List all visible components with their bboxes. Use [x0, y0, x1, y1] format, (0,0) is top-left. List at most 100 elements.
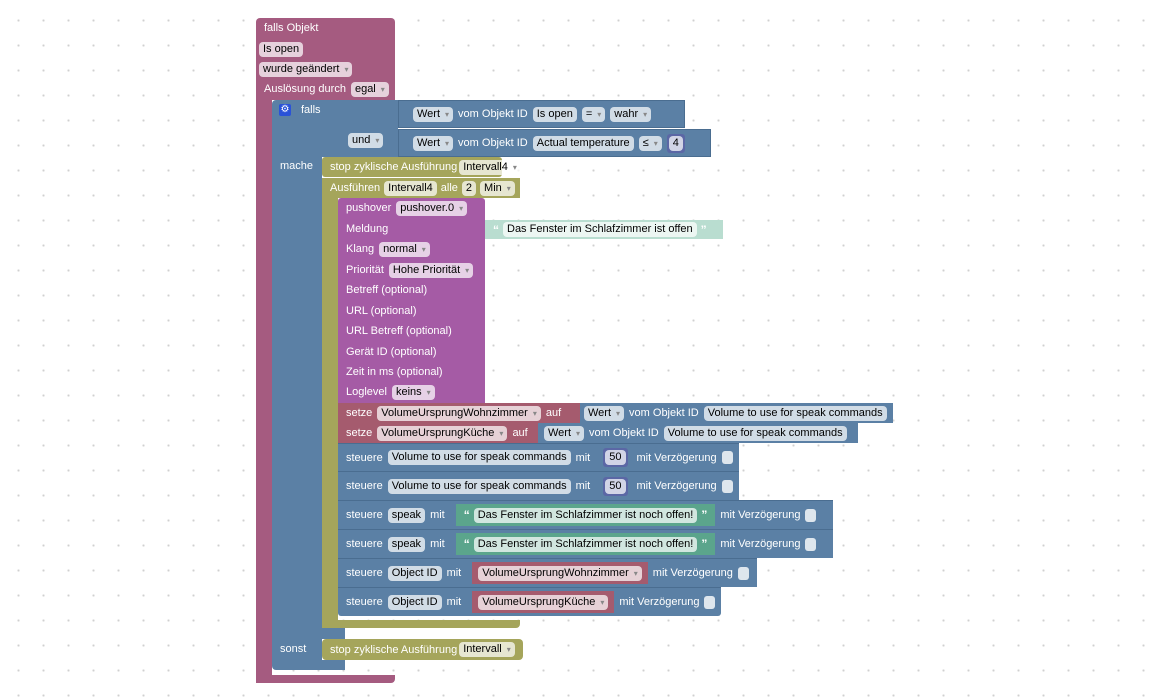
object-id-field[interactable]: Volume to use for speak commands — [387, 478, 571, 494]
control-block-5[interactable]: steuere Object ID mit VolumeUrsprungWohn… — [338, 558, 757, 587]
if-mid-bar — [322, 628, 345, 639]
sound-dropdown[interactable]: normal — [379, 241, 430, 257]
object-id-field[interactable]: Volume to use for speak commands — [703, 405, 887, 421]
object-id-field[interactable]: Volume to use for speak commands — [387, 450, 571, 465]
cause-dropdown[interactable]: egal — [350, 81, 389, 97]
variable-dropdown[interactable]: VolumeUrsprungWohnzimmer — [377, 405, 541, 421]
variable-block[interactable]: VolumeUrsprungKüche — [472, 591, 615, 613]
trigger-event-value: wurde geändert — [263, 62, 340, 75]
object-id-field[interactable]: speak — [387, 536, 426, 552]
run-block-bottom — [322, 620, 520, 628]
interval-dropdown[interactable]: Intervall4 — [459, 159, 521, 175]
set-variable-block-1[interactable]: setze VolumeUrsprungWohnzimmer auf — [338, 403, 580, 423]
number-field[interactable]: 4 — [668, 135, 683, 151]
loglevel-label: Loglevel — [346, 386, 387, 398]
trigger-object-field[interactable]: Is open — [259, 41, 304, 57]
cause-value: egal — [354, 82, 376, 95]
device-id-label: Gerät ID (optional) — [346, 346, 437, 358]
delay-checkbox[interactable] — [737, 566, 749, 580]
cause-label: Auslösung durch — [264, 83, 346, 95]
control-block-3[interactable]: steuere speak mit “Das Fenster im Schlaf… — [338, 500, 833, 529]
priority-dropdown[interactable]: Hohe Priorität — [388, 262, 474, 278]
close-quote-icon: ” — [700, 222, 707, 237]
close-quote-icon: ” — [701, 537, 708, 551]
logic-operator-dropdown[interactable]: und — [348, 132, 384, 148]
control-block-4[interactable]: steuere speak mit “Das Fenster im Schlaf… — [338, 529, 833, 558]
object-id-field[interactable]: Is open — [532, 106, 577, 122]
set-variable-block-2[interactable]: setze VolumeUrsprungKüche auf — [338, 423, 538, 443]
text-block[interactable]: “Das Fenster im Schlafzimmer ist noch of… — [455, 504, 716, 526]
loglevel-dropdown[interactable]: keins — [391, 384, 435, 400]
set-label: setze — [346, 407, 373, 419]
variable-block[interactable]: VolumeUrsprungWohnzimmer — [472, 562, 648, 584]
with-label: mit — [446, 567, 462, 579]
text-field[interactable]: Das Fenster im Schlafzimmer ist noch off… — [473, 507, 698, 523]
interval-count-field[interactable]: 2 — [461, 180, 477, 196]
pushover-instance-dropdown[interactable]: pushover.0 — [396, 200, 468, 216]
variable-dropdown[interactable]: VolumeUrsprungKüche — [377, 425, 508, 441]
if-block[interactable] — [272, 100, 322, 670]
priority-label: Priorität — [346, 264, 384, 276]
value-label: Wert — [588, 406, 612, 419]
pushover-label: pushover — [346, 202, 392, 214]
object-id-field[interactable]: Object ID — [387, 594, 442, 610]
message-label: Meldung — [346, 223, 389, 235]
open-quote-icon: “ — [463, 508, 470, 522]
subject-label: Betreff (optional) — [346, 284, 428, 296]
if-bottom-bar — [322, 660, 345, 670]
boolean-dropdown[interactable]: wahr — [610, 106, 652, 122]
object-id-field[interactable]: Actual temperature — [532, 135, 634, 151]
unit-dropdown[interactable]: Min — [480, 180, 515, 196]
stop-interval-block-else[interactable]: stop zyklische Ausführung Intervall — [322, 639, 523, 660]
run-block-arm — [322, 198, 338, 628]
delay-checkbox[interactable] — [704, 595, 716, 609]
number-field[interactable]: 50 — [605, 450, 626, 465]
control-label: steuere — [346, 596, 383, 608]
with-label: mit — [446, 596, 462, 608]
control-block-6[interactable]: steuere Object ID mit VolumeUrsprungKüch… — [338, 587, 721, 616]
trigger-block-arm — [256, 100, 272, 683]
control-block-1[interactable]: steuere Volume to use for speak commands… — [338, 443, 739, 471]
operator-dropdown[interactable]: = — [581, 106, 606, 122]
value-dropdown[interactable]: Wert — [584, 405, 625, 421]
delay-checkbox[interactable] — [721, 479, 733, 493]
value-dropdown[interactable]: Wert — [413, 135, 454, 151]
value-dropdown[interactable]: Wert — [544, 425, 585, 441]
delay-label: mit Verzögerung — [720, 509, 801, 521]
text-field[interactable]: Das Fenster im Schlafzimmer ist noch off… — [473, 536, 698, 552]
get-value-block-2[interactable]: Wert vom Objekt ID Volume to use for spe… — [538, 423, 858, 443]
stop-interval-block[interactable]: stop zyklische Ausführung Intervall4 — [322, 157, 521, 177]
object-id-label: vom Objekt ID — [629, 407, 699, 419]
value-dropdown[interactable]: Wert — [413, 106, 454, 122]
delay-checkbox[interactable] — [805, 537, 817, 551]
get-value-block-1[interactable]: Wert vom Objekt ID Volume to use for spe… — [580, 403, 893, 423]
object-id-field[interactable]: Volume to use for speak commands — [663, 425, 847, 441]
logic-operator-value: und — [352, 133, 371, 146]
message-text-field[interactable]: Das Fenster im Schlafzimmer ist offen — [503, 222, 697, 237]
number-field[interactable]: 50 — [605, 478, 626, 494]
control-block-2[interactable]: steuere Volume to use for speak commands… — [338, 471, 739, 500]
value-label: Wert — [548, 426, 572, 439]
variable-dropdown[interactable]: VolumeUrsprungWohnzimmer — [478, 565, 642, 581]
interval-dropdown[interactable]: Intervall — [459, 642, 515, 657]
loglevel-value: keins — [395, 385, 422, 398]
sound-label: Klang — [346, 243, 375, 255]
trigger-event-dropdown[interactable]: wurde geändert — [259, 61, 353, 77]
object-id-field[interactable]: speak — [387, 507, 426, 523]
variable-dropdown[interactable]: VolumeUrsprungKüche — [478, 594, 609, 610]
variable-value: VolumeUrsprungKüche — [381, 426, 495, 439]
interval-name-field[interactable]: Intervall4 — [384, 180, 437, 196]
compare-block-2[interactable]: Wert vom Objekt ID Actual temperature ≤ … — [398, 129, 711, 157]
compare-block-1[interactable]: Wert vom Objekt ID Is open = wahr — [398, 100, 685, 128]
text-block[interactable]: “Das Fenster im Schlafzimmer ist noch of… — [455, 533, 716, 555]
gear-icon[interactable]: ⚙ — [279, 104, 291, 116]
delay-checkbox[interactable] — [721, 451, 733, 464]
delay-checkbox[interactable] — [805, 508, 817, 522]
operator-dropdown[interactable]: ≤ — [638, 135, 662, 151]
delay-label: mit Verzögerung — [636, 480, 717, 492]
mache-label: mache — [280, 160, 314, 172]
message-text-block[interactable]: “ Das Fenster im Schlafzimmer ist offen … — [485, 220, 723, 239]
object-id-field[interactable]: Object ID — [387, 565, 442, 581]
run-interval-block[interactable]: Ausführen Intervall4 alle 2 Min — [322, 178, 520, 198]
value-label: Wert — [417, 107, 441, 120]
